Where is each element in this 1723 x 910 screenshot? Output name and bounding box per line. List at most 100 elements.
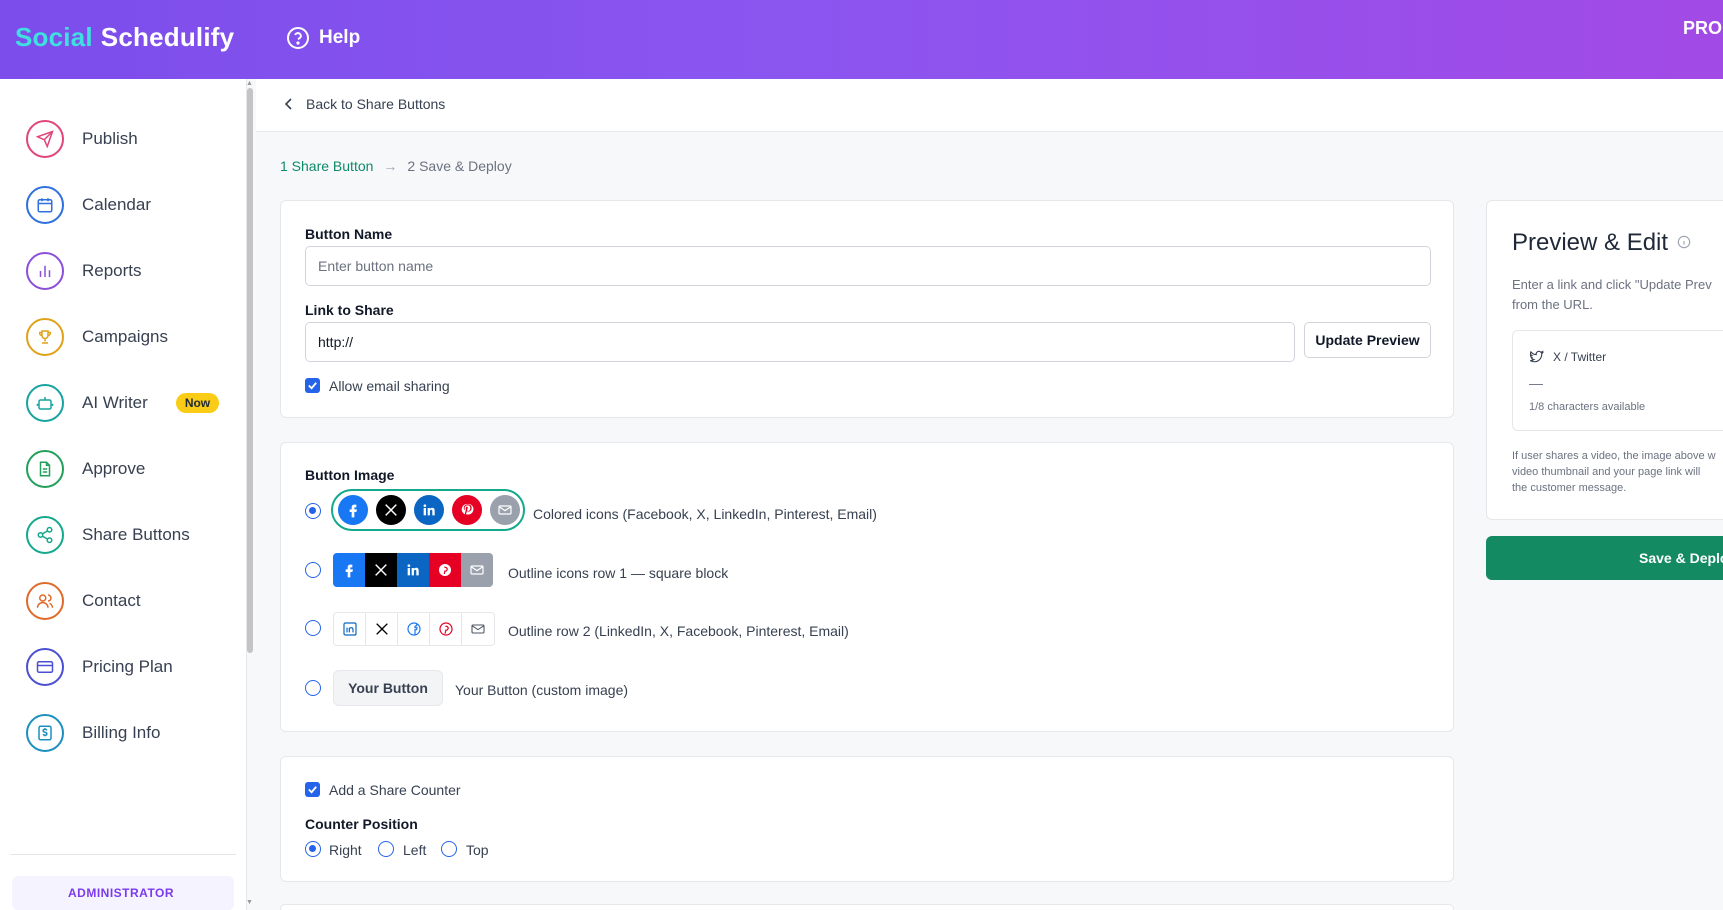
outline-icons-preview[interactable] [333,612,495,646]
button-name-input[interactable]: Enter button name [305,246,1431,286]
logo-schedulify: Schedulify [100,22,235,52]
sidebar-divider [10,854,236,855]
position-left-radio[interactable] [378,841,394,857]
custom-button-preview[interactable]: Your Button [333,670,443,706]
help-label: Help [319,27,361,48]
sidebar-item-calendar[interactable]: Calendar [26,186,151,224]
sidebar-item-reports[interactable]: Reports [26,252,142,290]
scroll-down-arrow[interactable]: ▼ [246,899,253,906]
role-badge: ADMINISTRATOR [12,876,234,910]
sidebar: Publish Calendar Reports Campaigns AI Wr… [0,79,247,910]
document-icon [26,450,64,488]
pinterest-icon [429,553,461,587]
video-note-line: If user shares a video, the image above … [1512,450,1716,462]
square-icons-preview[interactable] [333,553,493,587]
app-logo[interactable]: Social Schedulify [15,22,234,53]
preview-description-line: Enter a link and click "Update Prev [1512,277,1712,292]
chevron-left-icon [284,98,292,110]
position-right-radio[interactable] [305,841,321,857]
x-icon [376,495,406,525]
step-arrow: → [383,158,398,174]
facebook-icon [338,495,368,525]
image-option-custom-label: Your Button (custom image) [455,682,629,698]
link-to-share-input[interactable]: http:// [305,322,1295,362]
facebook-icon [398,613,430,645]
twitter-preview-header: X / Twitter [1529,349,1606,364]
sidebar-item-billing-info[interactable]: Billing Info [26,714,160,752]
sidebar-item-label: Calendar [82,195,151,214]
robot-icon [26,384,64,422]
counter-position-label: Counter Position [305,816,418,832]
button-name-label: Button Name [305,226,393,242]
characters-available: 1/8 characters available [1529,401,1646,413]
step-share-button[interactable]: 1 Share Button [280,158,373,174]
check-icon [308,382,317,390]
share-icon [26,516,64,554]
dollar-icon [26,714,64,752]
image-option-outline-radio[interactable] [305,620,321,636]
x-icon [366,613,398,645]
position-top-radio[interactable] [441,841,457,857]
email-icon [461,553,493,587]
allow-email-checkbox[interactable] [305,378,320,393]
sidebar-item-label: Campaigns [82,327,168,346]
step-save-deploy[interactable]: 2 Save & Deploy [407,158,511,174]
sidebar-item-label: Share Buttons [82,525,190,544]
info-icon[interactable] [1677,235,1691,249]
sidebar-item-contact[interactable]: Contact [26,582,141,620]
position-left-label: Left [403,842,427,858]
sidebar-item-label: Approve [82,459,146,478]
help-button[interactable]: Help [286,26,360,50]
bar-chart-icon [26,252,64,290]
sidebar-item-approve[interactable]: Approve [26,450,145,488]
scroll-up-arrow[interactable]: ▲ [246,80,253,87]
save-deploy-button[interactable]: Save & Deplo [1486,536,1723,580]
email-icon [490,495,520,525]
question-circle-icon [287,27,309,49]
email-icon [462,613,494,645]
sidebar-item-label: AI Writer [82,393,148,412]
button-details-card: Button Name Enter button name Link to Sh… [280,200,1454,418]
x-icon [365,553,397,587]
video-note-line: video thumbnail and your page link will [1512,466,1701,478]
twitter-preview-card[interactable]: X / Twitter — 1/8 characters available [1512,330,1723,431]
position-right-label: Right [329,842,362,858]
users-icon [26,582,64,620]
trophy-icon [26,318,64,356]
preview-title: Preview & Edit [1512,229,1669,256]
facebook-icon [333,553,365,587]
credit-card-icon [26,648,64,686]
linkedin-icon [397,553,429,587]
new-badge: Now [175,393,220,413]
sidebar-item-label: Pricing Plan [82,657,173,676]
image-option-colored-radio[interactable] [305,503,321,519]
sidebar-item-label: Contact [82,591,141,610]
linkedin-icon [334,613,366,645]
calendar-icon [26,186,64,224]
add-counter-checkbox[interactable] [305,782,320,797]
twitter-bird-icon [1529,350,1544,363]
logo-social: Social [15,22,93,52]
sidebar-item-publish[interactable]: Publish [26,120,138,158]
sidebar-item-campaigns[interactable]: Campaigns [26,318,168,356]
check-icon [308,786,317,794]
sidebar-item-pricing-plan[interactable]: Pricing Plan [26,648,173,686]
image-option-square-radio[interactable] [305,562,321,578]
back-link[interactable]: Back to Share Buttons [284,96,445,112]
sidebar-item-ai-writer[interactable]: AI Writer Now [26,384,220,422]
linkedin-icon [414,495,444,525]
preview-panel: Preview & Edit Enter a link and click "U… [1486,200,1723,520]
update-preview-button[interactable]: Update Preview [1304,322,1431,358]
sidebar-item-label: Reports [82,261,142,280]
pinterest-icon [430,613,462,645]
video-note: If user shares a video, the image above … [1512,448,1723,496]
image-option-outline-label: Outline row 2 (LinkedIn, X, Facebook, Pi… [508,623,849,639]
colored-icons-preview[interactable] [338,495,528,525]
video-note-line: the customer message. [1512,482,1627,494]
sidebar-item-share-buttons[interactable]: Share Buttons [26,516,190,554]
sidebar-scrollbar[interactable] [247,88,253,653]
image-option-custom-radio[interactable] [305,680,321,696]
plan-badge[interactable]: PRO [1683,18,1722,39]
sub-header: Back to Share Buttons [256,79,1723,132]
image-option-square-label: Outline icons row 1 — square block [508,565,729,581]
